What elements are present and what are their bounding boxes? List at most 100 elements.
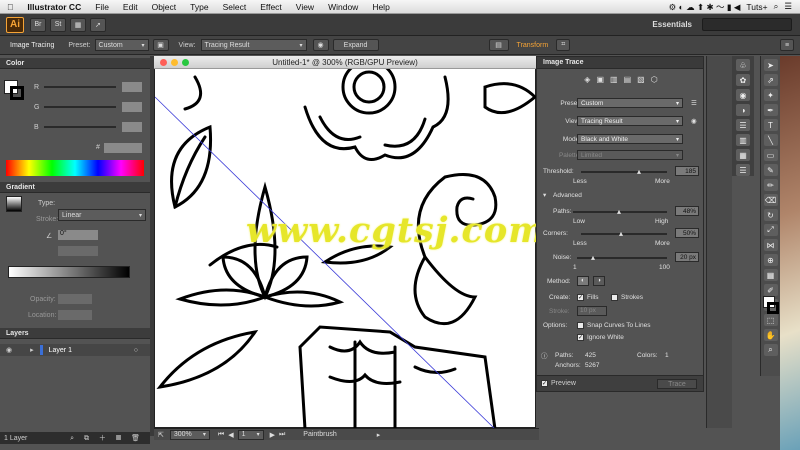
target-icon[interactable]: ○	[134, 347, 138, 354]
first-artboard-icon[interactable]: ⏮	[218, 431, 224, 439]
expand-arrow-icon[interactable]: ▸	[30, 346, 34, 354]
view-eye-icon[interactable]: ◉	[691, 117, 697, 125]
preset-select[interactable]: Custom	[94, 39, 149, 51]
hand-tool-icon[interactable]: ✋	[763, 329, 778, 341]
artboard-select[interactable]: 1	[237, 429, 264, 440]
zoom-tool-icon[interactable]: ⌕	[763, 344, 778, 356]
location-input[interactable]	[58, 310, 92, 320]
width-tool-icon[interactable]: ⋈	[763, 239, 778, 251]
high-color-icon[interactable]: ▣	[596, 75, 604, 84]
trace-panel-button[interactable]: ▣	[152, 39, 169, 51]
snap-curves-checkbox[interactable]: Snap Curves To Lines	[577, 321, 650, 329]
minimize-window-button[interactable]	[171, 59, 178, 66]
workspace-switcher[interactable]: Essentials	[652, 20, 692, 29]
channel-b-slider[interactable]	[44, 126, 116, 128]
list-icon[interactable]: ☰	[784, 1, 792, 12]
menu-effect[interactable]: Effect	[253, 2, 289, 12]
pen-tool-icon[interactable]: ✒	[763, 104, 778, 116]
graphic-styles-icon[interactable]: ◉	[736, 89, 750, 101]
paintbrush-tool-icon[interactable]: ✎	[763, 164, 778, 176]
menu-window[interactable]: Window	[321, 2, 365, 12]
next-artboard-icon[interactable]: ▶	[270, 431, 275, 439]
menu-object[interactable]: Object	[145, 2, 184, 12]
menu-app-name[interactable]: Illustrator CC	[20, 2, 88, 12]
symbols-icon[interactable]: ✿	[736, 74, 750, 86]
threshold-slider[interactable]	[581, 171, 667, 173]
bridge-button[interactable]: Br	[30, 17, 46, 32]
method-overlapping-button[interactable]: ◑	[593, 276, 605, 286]
auto-color-icon[interactable]: ◈	[584, 75, 590, 84]
pencil-tool-icon[interactable]: ✏	[763, 179, 778, 191]
tools-stroke-swatch[interactable]	[767, 302, 779, 314]
preset-menu-icon[interactable]: ☰	[691, 99, 697, 107]
advanced-toggle[interactable]: ▾ Advanced	[537, 189, 705, 201]
ignore-white-check-icon[interactable]: ✓	[577, 333, 584, 341]
brushes-icon[interactable]: ♧	[736, 59, 750, 71]
menu-file[interactable]: File	[88, 2, 116, 12]
isolate-icon[interactable]: ⌗	[556, 39, 571, 51]
panel-menu-icon[interactable]: ≡	[780, 39, 794, 51]
menu-view[interactable]: View	[289, 2, 321, 12]
strokes-check-icon[interactable]	[611, 293, 618, 301]
transparency-icon[interactable]: ◑	[736, 104, 750, 116]
scale-tool-icon[interactable]: ⤢	[763, 224, 778, 236]
corners-slider[interactable]	[581, 233, 667, 235]
align-panel-icon[interactable]: ▥	[736, 134, 750, 146]
stock-button[interactable]: St	[50, 17, 66, 32]
direct-selection-tool-icon[interactable]: ⇗	[763, 74, 778, 86]
method-abutting-button[interactable]: ◐	[577, 276, 589, 286]
apple-icon[interactable]: 	[0, 2, 20, 12]
trace-preset-select[interactable]: Custom	[577, 98, 683, 108]
layer-action-icons[interactable]: ⌕ ⧉ ＋ ▦ 🗑	[70, 433, 144, 443]
gradient-slider[interactable]	[8, 266, 130, 278]
channel-g-slider[interactable]	[44, 106, 116, 108]
layer-row[interactable]: ◉ ▸ Layer 1 ○	[0, 344, 150, 356]
color-spectrum[interactable]	[6, 160, 144, 176]
line-tool-icon[interactable]: ╲	[763, 134, 778, 146]
opacity-input[interactable]	[58, 294, 92, 304]
rotate-tool-icon[interactable]: ↻	[763, 209, 778, 221]
appearance-icon[interactable]: ☰	[736, 164, 750, 176]
menu-edit[interactable]: Edit	[116, 2, 145, 12]
ignore-white-checkbox[interactable]: ✓ Ignore White	[577, 333, 624, 341]
view-select[interactable]: Tracing Result	[200, 39, 307, 51]
channel-r-slider[interactable]	[44, 86, 116, 88]
pathfinder-icon[interactable]: ▦	[736, 149, 750, 161]
advanced-arrow-icon[interactable]: ▾	[543, 191, 546, 199]
trace-mode-select[interactable]: Black and White	[577, 134, 683, 144]
search-input[interactable]	[702, 18, 792, 31]
gradient-preview[interactable]	[6, 196, 22, 212]
align-icon[interactable]: ▤	[488, 39, 509, 51]
stroke-icon[interactable]: ☰	[736, 119, 750, 131]
fills-checkbox[interactable]: ✓ Fills	[577, 293, 599, 301]
menu-help[interactable]: Help	[365, 2, 396, 12]
eye-icon[interactable]: ◉	[312, 39, 329, 51]
preview-check-icon[interactable]: ✓	[541, 380, 548, 387]
hex-input[interactable]	[104, 143, 142, 153]
type-tool-icon[interactable]: T	[763, 119, 778, 131]
status-icons[interactable]: ⚙ ◐ ☁ ⬆ ✱ 〜 ▮ ◀	[669, 1, 741, 13]
grayscale-icon[interactable]: ▤	[624, 75, 632, 84]
preview-checkbox[interactable]: ✓ Preview	[541, 380, 576, 387]
visibility-eye-icon[interactable]: ◉	[6, 346, 12, 354]
transform-link[interactable]: Transform	[517, 42, 549, 49]
gradient-aspect-input[interactable]	[58, 246, 98, 256]
artboard-tool-icon[interactable]: ⬚	[763, 314, 778, 326]
last-artboard-icon[interactable]: ⏭	[279, 431, 285, 439]
expand-button[interactable]: Expand	[332, 39, 379, 51]
trace-view-select[interactable]: Tracing Result	[577, 116, 683, 126]
status-menu-icon[interactable]: ▸	[377, 431, 381, 439]
magic-wand-tool-icon[interactable]: ✦	[763, 89, 778, 101]
shape-builder-tool-icon[interactable]: ⊕	[763, 254, 778, 266]
snap-check-icon[interactable]	[577, 321, 584, 329]
menu-select[interactable]: Select	[216, 2, 254, 12]
trace-button[interactable]: Trace	[657, 379, 697, 389]
gradient-type-select[interactable]: Linear	[58, 209, 146, 221]
strokes-checkbox[interactable]: Strokes	[611, 293, 643, 301]
selection-tool-icon[interactable]: ➤	[763, 59, 778, 71]
gradient-tool-icon[interactable]: ▦	[763, 269, 778, 281]
channel-g-value[interactable]	[122, 102, 142, 112]
search-icon[interactable]: ⌕	[774, 1, 779, 12]
outline-icon[interactable]: ⬡	[651, 75, 658, 84]
artboard-nav-icon[interactable]: ⇱	[158, 431, 164, 439]
